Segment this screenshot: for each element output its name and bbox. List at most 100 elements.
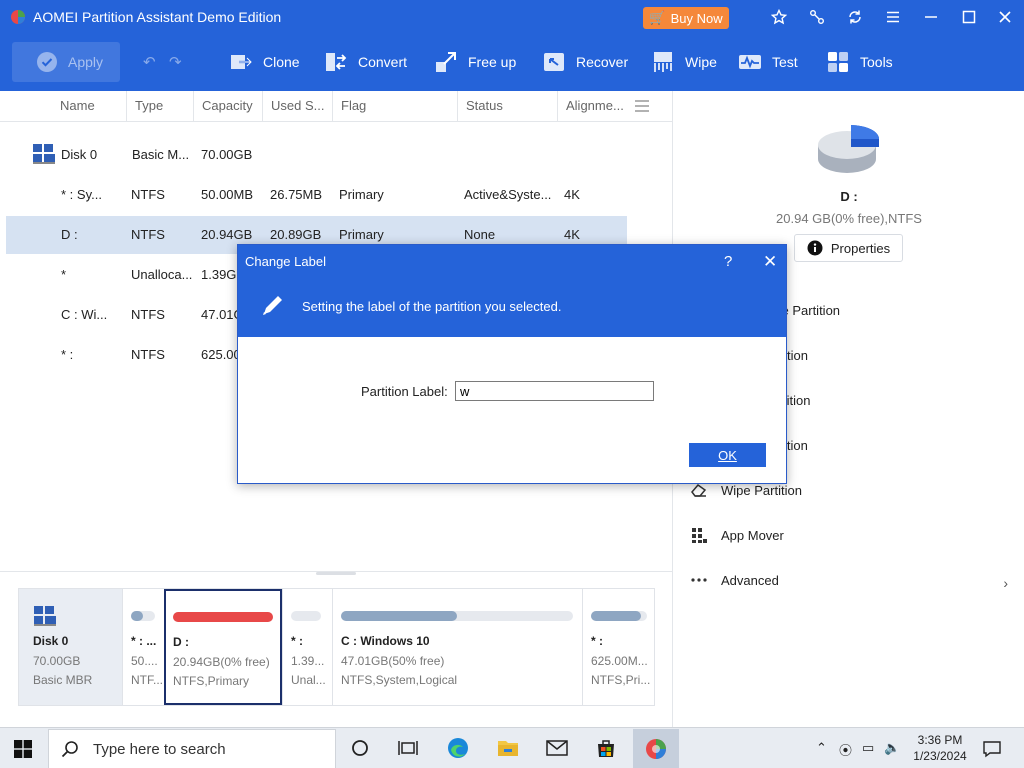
windows-start-icon[interactable] <box>14 740 32 758</box>
tools-icon <box>828 52 848 72</box>
partition-size: 625.00M... <box>591 654 648 668</box>
clone-label: Clone <box>263 54 300 70</box>
apply-button[interactable]: Apply <box>12 42 120 82</box>
partition-size: 47.01GB(50% free) <box>341 654 445 668</box>
column-status[interactable]: Status <box>457 91 557 121</box>
minimize-icon[interactable] <box>919 5 943 29</box>
operation-partition-2[interactable]: tition <box>783 389 810 411</box>
share-icon[interactable] <box>805 5 829 29</box>
row-name: C : Wi... <box>61 307 108 322</box>
row-capacity: 70.00GB <box>201 147 253 162</box>
disk-pie-icon <box>818 125 879 173</box>
cortana-icon[interactable] <box>348 736 372 760</box>
operation-partition-1[interactable]: tion <box>787 344 808 366</box>
partition-type: NTFS,Primary <box>173 674 249 688</box>
disk-map-partition[interactable]: * : ... 50.... NTF... <box>122 589 164 705</box>
mail-icon[interactable] <box>545 736 569 760</box>
column-used-space[interactable]: Used S... <box>262 91 332 121</box>
convert-icon <box>326 53 347 71</box>
disk-map-partition-selected[interactable]: D : 20.94GB(0% free) NTFS,Primary <box>164 589 282 705</box>
undo-icon[interactable]: ↶ <box>143 53 156 71</box>
column-type[interactable]: Type <box>126 91 193 121</box>
ok-button[interactable]: OK <box>689 443 766 467</box>
column-settings-icon[interactable] <box>634 99 650 113</box>
file-explorer-icon[interactable] <box>496 736 520 760</box>
disk-icon <box>33 144 55 164</box>
taskbar-clock[interactable]: 3:36 PM 1/23/2024 <box>898 732 982 764</box>
column-alignment[interactable]: Alignme... <box>557 91 627 121</box>
help-icon[interactable]: ? <box>724 253 732 270</box>
column-flag[interactable]: Flag <box>332 91 457 121</box>
buy-now-button[interactable]: 🛒 Buy Now <box>643 7 729 29</box>
menu-icon[interactable] <box>881 5 905 29</box>
disk-map-panel: Disk 0 70.00GB Basic MBR * : ... 50.... … <box>0 571 672 727</box>
chevron-right-icon[interactable]: › <box>1003 575 1008 591</box>
usage-fill <box>173 612 273 622</box>
properties-button[interactable]: Properties <box>794 234 903 262</box>
tools-label: Tools <box>860 54 893 70</box>
properties-label: Properties <box>830 240 891 256</box>
disk-map-disk-info[interactable]: Disk 0 70.00GB Basic MBR <box>19 589 122 705</box>
partition-name: C : Windows 10 <box>341 634 430 648</box>
partition-label-input[interactable] <box>455 381 654 401</box>
info-icon <box>807 240 823 256</box>
disk-map-disk-size: 70.00GB <box>33 654 81 668</box>
taskbar-search-box[interactable]: Type here to search <box>48 729 336 768</box>
clone-button[interactable]: Clone <box>229 48 300 76</box>
operation-label: tion <box>787 347 808 363</box>
refresh-icon[interactable] <box>843 5 867 29</box>
convert-button[interactable]: Convert <box>324 48 407 76</box>
column-name[interactable]: Name <box>52 91 126 121</box>
edge-browser-icon[interactable] <box>446 736 470 760</box>
camera-icon[interactable]: ⦿ <box>839 740 852 759</box>
dialog-header: Change Label ? ✕ Setting the label of th… <box>238 245 786 337</box>
wipe-icon <box>654 52 672 72</box>
partition-name: D : <box>173 635 189 649</box>
row-type: Basic M... <box>132 147 190 162</box>
partition-type: NTFS,Pri... <box>591 673 651 687</box>
row-name: * : Sy... <box>61 187 102 202</box>
row-type: NTFS <box>131 307 165 322</box>
maximize-icon[interactable] <box>957 5 981 29</box>
microsoft-store-icon[interactable] <box>594 736 618 760</box>
row-capacity: 625.00 <box>201 347 241 362</box>
wipe-button[interactable]: Wipe <box>651 48 717 76</box>
disk-row[interactable]: Disk 0 Basic M... 70.00GB <box>6 136 627 174</box>
disk-map-partition[interactable]: * : 1.39... Unal... <box>282 589 332 705</box>
show-hidden-icons-icon[interactable]: ⌃ <box>816 740 827 756</box>
redo-icon[interactable]: ↷ <box>169 53 182 71</box>
close-dialog-icon[interactable]: ✕ <box>763 252 777 272</box>
task-view-icon[interactable] <box>396 736 420 760</box>
aomei-taskbar-icon[interactable] <box>633 729 679 768</box>
notifications-icon[interactable] <box>983 740 1001 758</box>
row-capacity: 50.00MB <box>201 187 254 202</box>
operation-partition-3[interactable]: ition <box>784 434 808 456</box>
recover-button[interactable]: Recover <box>542 48 628 76</box>
resize-handle[interactable] <box>316 572 356 575</box>
column-capacity[interactable]: Capacity <box>193 91 262 121</box>
row-flag: Primary <box>339 187 384 202</box>
partition-name: * : ... <box>131 634 157 648</box>
partition-name: * : <box>291 634 303 648</box>
usage-fill <box>341 611 457 621</box>
recover-label: Recover <box>576 54 629 70</box>
test-button[interactable]: Test <box>738 48 798 76</box>
free-up-label: Free up <box>468 54 517 70</box>
partition-row[interactable]: * : Sy... NTFS 50.00MB 26.75MB Primary A… <box>6 176 627 214</box>
tools-button[interactable]: Tools <box>826 48 893 76</box>
free-up-button[interactable]: Free up <box>434 48 516 76</box>
disk-map-partition[interactable]: * : 625.00M... NTFS,Pri... <box>582 589 654 705</box>
advanced-button[interactable]: Advanced <box>691 569 779 591</box>
main-toolbar: Apply ↶ ↷ Clone Convert Free up Recover … <box>0 34 1024 91</box>
clock-date: 1/23/2024 <box>913 749 967 763</box>
row-name: * <box>61 267 67 282</box>
close-window-icon[interactable] <box>993 5 1017 29</box>
disk-map-partition[interactable]: C : Windows 10 47.01GB(50% free) NTFS,Sy… <box>332 589 582 705</box>
cart-icon: 🛒 <box>649 10 666 25</box>
star-icon[interactable] <box>767 5 791 29</box>
network-icon[interactable]: ▭ <box>862 740 874 756</box>
row-name: D : <box>61 227 78 242</box>
partition-type: NTF... <box>131 673 163 687</box>
app-mover-button[interactable]: App Mover <box>691 524 784 546</box>
disk-icon <box>34 606 56 626</box>
